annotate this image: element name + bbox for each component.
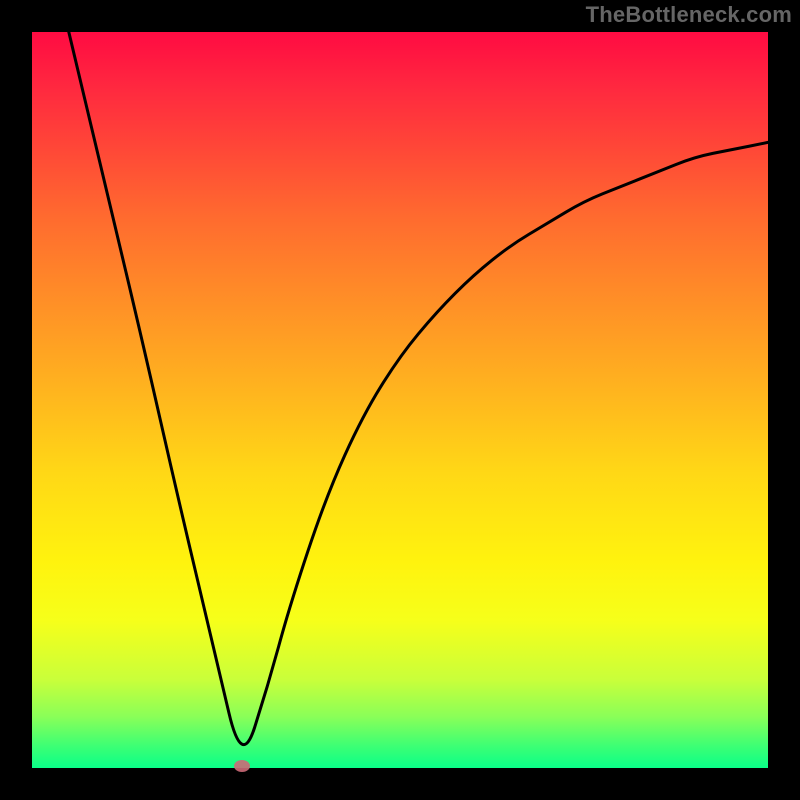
plot-area xyxy=(32,32,768,768)
watermark-text: TheBottleneck.com xyxy=(586,2,792,28)
chart-frame: TheBottleneck.com xyxy=(0,0,800,800)
bottleneck-curve xyxy=(69,32,768,745)
optimum-marker xyxy=(234,760,250,772)
curve-svg xyxy=(32,32,768,768)
